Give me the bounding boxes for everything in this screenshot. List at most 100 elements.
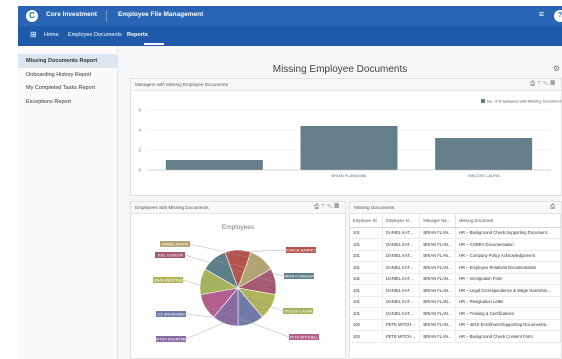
cell-missing-document: HR – Training & Certifications	[455, 307, 561, 320]
table-row[interactable]: 101 DANIEL KAT... BRIAN FLAN... HR – Traini…	[350, 307, 561, 320]
cell-employee-name: DANIEL KAT...	[382, 250, 421, 262]
table-row[interactable]: 101 DANIEL KAT... BRIAN FLAN... HR – Resign…	[350, 296, 561, 308]
table-view-icon[interactable]: ▤	[334, 204, 341, 210]
column-header-employee-id[interactable]: Employee ID	[350, 214, 383, 228]
cell-employee-name: PETE MITCH...	[382, 319, 421, 331]
app-grid-icon[interactable]: ⊞	[30, 30, 37, 39]
column-header-missing-document[interactable]: Missing Document	[455, 214, 561, 228]
sidebar-item-missing-documents[interactable]: Missing Documents Report	[18, 54, 118, 68]
cell-manager-name: BRIAN FLAN...	[419, 261, 457, 274]
cell-employee-id: 101	[350, 227, 383, 239]
cell-employee-name: DANIEL KAT...	[382, 307, 421, 320]
cell-employee-id: 102	[350, 319, 383, 331]
cell-employee-id: 101	[350, 261, 383, 274]
pie-label: LIZ GROSSMAN	[157, 312, 185, 316]
cell-missing-document: HR – Immigration Form	[455, 273, 561, 285]
table-view-icon[interactable]: ▤	[550, 81, 557, 87]
main-content: Missing Employee Documents ⚙ Managers wi…	[118, 46, 562, 359]
cell-missing-document: HR – Employee Relations Documentation	[455, 261, 561, 274]
y-tick-label: 0	[139, 168, 142, 173]
table-row[interactable]: 101 DANIEL KAT... BRIAN FLAN... HR – Immigr…	[350, 273, 561, 285]
cell-missing-document: HR – Background Check Supporting Documen…	[455, 227, 561, 239]
app-header: C Core Investment Employee File Manageme…	[18, 6, 562, 26]
pie-label: PETE MITCHELL	[290, 335, 318, 339]
cell-missing-document: HR – Resignation Letter	[455, 296, 561, 308]
panel-title: Managers with Missing Employee Documents	[135, 82, 228, 87]
cell-employee-name: DANIEL KAT...	[382, 261, 421, 274]
pie-title: Employees	[222, 224, 255, 231]
cell-missing-document: HR – COBRA Documentation	[455, 238, 561, 251]
missing-documents-panel: Missing Documents ⎙ Employee ID Employee…	[349, 201, 562, 359]
pie-label: JOHN WEBSTER	[154, 278, 183, 282]
app-logo[interactable]: C	[26, 10, 38, 22]
help-icon[interactable]: ?	[554, 10, 562, 22]
header-divider	[106, 10, 107, 22]
pie-label: BRIAN FLANAGAN	[283, 274, 315, 278]
panel-title: Missing Documents	[354, 205, 395, 210]
cell-manager-name: BRIAN FLAN...	[419, 319, 457, 331]
cell-employee-id: 101	[350, 250, 383, 262]
leader-line	[185, 321, 226, 340]
legend-swatch	[481, 99, 485, 103]
nav-employee-documents[interactable]: Employee Documents	[68, 32, 122, 38]
table-row[interactable]: 101 DANIEL KAT... BRIAN FLAN... HR – Employ…	[350, 261, 561, 274]
panel-title: Employees with Missing Documents	[135, 205, 209, 210]
page-title: Missing Employee Documents	[272, 64, 408, 75]
pie-label: DANIEL KATTIS	[162, 242, 189, 246]
cell-employee-name: DANIEL KAT...	[382, 296, 421, 308]
cell-manager-name: BRIAN FLAN...	[419, 227, 457, 239]
y-tick-label: 6	[139, 108, 142, 113]
bar	[435, 138, 533, 170]
menu-icon[interactable]: ≡	[539, 9, 544, 19]
pie-label: VINCENT LAURA	[284, 309, 313, 313]
table-header-row: Employee ID Employee N... Manager Na... …	[350, 214, 561, 228]
cell-employee-id: 101	[350, 273, 383, 285]
panel-header: Managers with Missing Employee Documents…	[131, 79, 561, 91]
employees-pie-chart: Employees DANIEL KATTIS JOEL GORDON JOHN WE…	[153, 224, 319, 342]
cell-manager-name: BRIAN FLAN...	[419, 238, 457, 251]
cell-employee-name: DANIEL KAT...	[382, 238, 421, 251]
x-tick-label: BRIAN FLANAGAN	[332, 173, 367, 178]
sidebar-item-completed-tasks[interactable]: My Completed Tasks Report	[18, 81, 118, 95]
panel-toolbar: ⎙⊤✎▤	[530, 81, 557, 88]
cell-employee-id: 101	[350, 307, 383, 320]
module-name: Employee File Management	[118, 11, 204, 18]
cell-missing-document: HR – Legal Correspondence & Wage Garnish…	[455, 284, 561, 297]
nav-home[interactable]: Home	[44, 32, 59, 38]
column-header-manager-name[interactable]: Manager Na...	[419, 214, 457, 228]
column-header-employee-name[interactable]: Employee N...	[382, 214, 421, 228]
table-row[interactable]: 101 DANIEL KAT... BRIAN FLAN... HR – Legal …	[350, 284, 561, 297]
nav-reports[interactable]: Reports	[127, 32, 148, 38]
settings-icon[interactable]: ⚙	[553, 64, 560, 73]
cell-employee-id: 101	[350, 284, 383, 297]
pie-label: CHARLIE BARRETT	[284, 248, 318, 252]
panel-toolbar: ⎙⊤✎▤	[314, 204, 341, 211]
table-row[interactable]: 102 PETE MITCH... BRIAN FLAN... HR – Backgr…	[350, 330, 561, 343]
pie-label: JOEL GORDON	[157, 253, 183, 257]
table-row[interactable]: 102 PETE MITCH... BRIAN FLAN... HR – 401K E…	[350, 319, 561, 331]
panel-toolbar: ⎙	[550, 204, 557, 211]
bar	[300, 126, 398, 170]
y-tick-label: 4	[139, 128, 142, 133]
sidebar-item-onboarding-history[interactable]: Onboarding History Report	[18, 68, 118, 82]
export-icon[interactable]: ⎙	[550, 204, 557, 210]
cell-manager-name: BRIAN FLAN...	[419, 284, 457, 297]
table-row[interactable]: 101 DANIEL KAT... BRIAN FLAN... HR – Compan…	[350, 250, 561, 262]
cell-missing-document: HR – Company Policy Acknowledgement	[455, 250, 561, 262]
cell-employee-name: PETE MITCH...	[382, 330, 421, 343]
cell-missing-document: HR – 401K Enrollment/Supporting Document…	[455, 319, 561, 331]
app-name[interactable]: Core Investment	[46, 11, 97, 18]
cell-employee-name: DANIEL KAT...	[382, 284, 421, 297]
reports-sidebar: Missing Documents Report Onboarding Hist…	[18, 46, 118, 359]
active-nav-indicator	[144, 43, 164, 45]
sidebar-item-exceptions[interactable]: Exceptions Report	[18, 95, 118, 109]
cell-manager-name: BRIAN FLAN...	[419, 330, 457, 343]
missing-documents-table: Employee ID Employee N... Manager Na... …	[350, 214, 561, 343]
cell-employee-id: 101	[350, 238, 383, 251]
cell-employee-id: 101	[350, 296, 383, 308]
cell-manager-name: BRIAN FLAN...	[419, 273, 457, 285]
managers-bar-chart: 0 2 4 6 No. of Employees with Missing Docume…	[139, 99, 561, 178]
table-row[interactable]: 101 DANIEL KAT... BRIAN FLAN... HR – COBRA …	[350, 238, 561, 251]
table-row[interactable]: 101 DANIEL KAT... BRIAN FLAN... HR – Backgr…	[350, 227, 561, 239]
bar	[165, 160, 263, 170]
